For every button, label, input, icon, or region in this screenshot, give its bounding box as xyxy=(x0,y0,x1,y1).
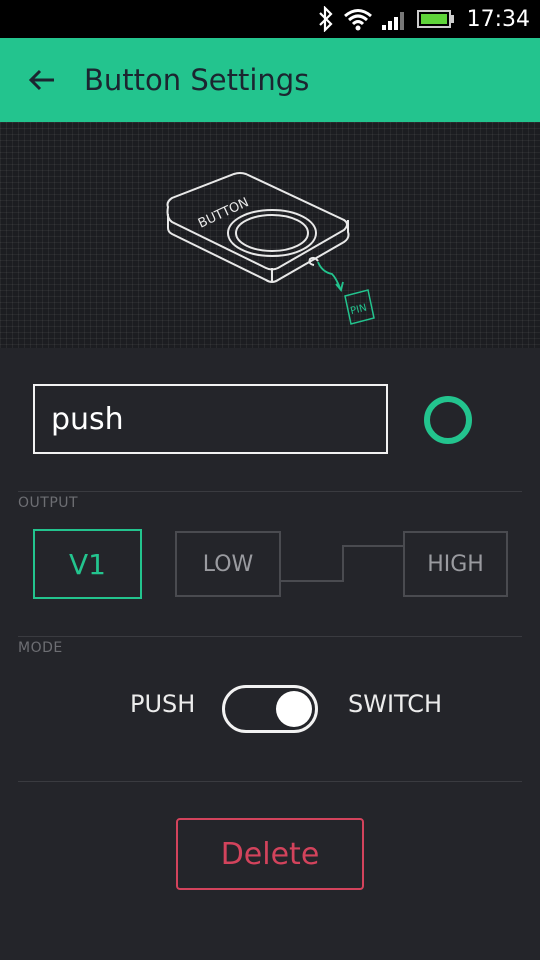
mode-switch-label[interactable]: SWITCH xyxy=(348,690,442,718)
app-bar: Button Settings xyxy=(0,38,540,122)
signal-icon xyxy=(381,7,409,31)
pin-selector[interactable]: V1 xyxy=(33,529,142,599)
mode-push-label[interactable]: PUSH xyxy=(130,690,195,718)
high-value-field[interactable]: HIGH xyxy=(403,531,508,597)
arrow-left-icon xyxy=(28,68,56,92)
widget-name-input[interactable] xyxy=(33,384,388,454)
back-button[interactable] xyxy=(0,38,84,122)
divider xyxy=(18,636,522,637)
button-device-illustration: BUTTON PIN xyxy=(166,172,375,325)
page-title: Button Settings xyxy=(84,63,310,97)
bluetooth-icon xyxy=(317,6,335,32)
divider xyxy=(18,491,522,492)
toggle-knob xyxy=(276,691,312,727)
status-bar: 17:34 xyxy=(0,0,540,38)
divider xyxy=(18,781,522,782)
delete-button[interactable]: Delete xyxy=(176,818,364,890)
range-step-line xyxy=(281,545,403,582)
mode-toggle[interactable] xyxy=(222,685,318,733)
color-picker-button[interactable] xyxy=(424,396,472,444)
mode-section-label: MODE xyxy=(18,640,63,656)
output-section-label: OUTPUT xyxy=(18,495,79,511)
widget-illustration: BUTTON PIN xyxy=(0,122,540,348)
status-time: 17:34 xyxy=(466,6,530,32)
device-label: BUTTON xyxy=(196,195,251,231)
battery-icon xyxy=(416,9,455,29)
pin-label: PIN xyxy=(349,303,368,318)
low-value-field[interactable]: LOW xyxy=(175,531,281,597)
wifi-icon xyxy=(343,7,373,31)
